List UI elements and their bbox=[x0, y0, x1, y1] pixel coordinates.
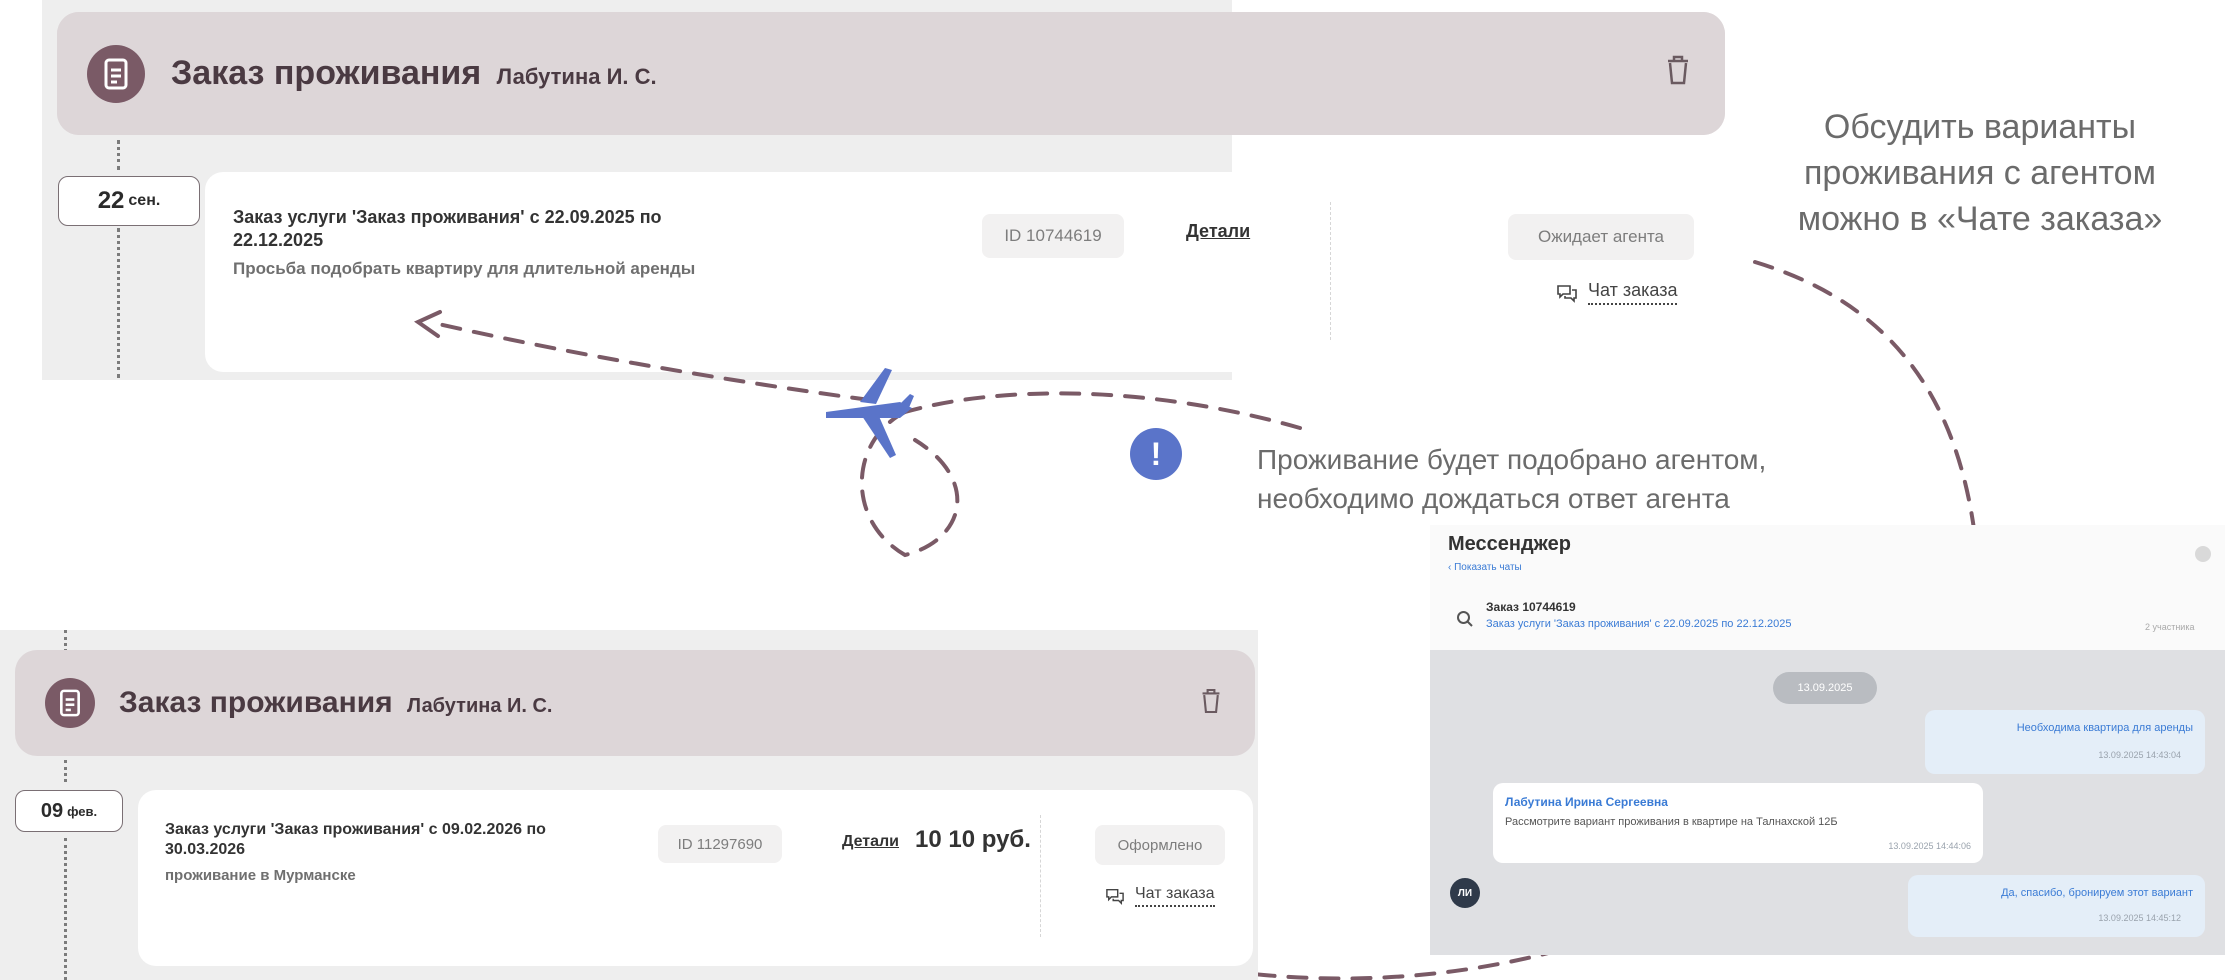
order-service-title: Заказ услуги 'Заказ проживания' с 09.02.… bbox=[165, 821, 546, 858]
order-price: 10 10 руб. bbox=[915, 826, 1031, 853]
details-link[interactable]: Детали bbox=[842, 833, 899, 851]
chat-link[interactable]: Чат заказа bbox=[1105, 885, 1215, 907]
messenger-title: Мессенджер bbox=[1448, 533, 1571, 555]
timeline-dots bbox=[64, 838, 67, 980]
message-outgoing: Необходима квартира для аренды 13.09.202… bbox=[1925, 710, 2205, 774]
document-icon bbox=[45, 678, 95, 728]
status-badge: Оформлено bbox=[1095, 825, 1225, 865]
chat-order-name: Заказ 10744619 bbox=[1486, 600, 1576, 614]
avatar: ЛИ bbox=[1450, 878, 1480, 908]
order-description: проживание в Мурманске bbox=[165, 867, 356, 884]
back-to-chats-link[interactable]: ‹ Показать чаты bbox=[1448, 562, 1522, 573]
order-id: ID 11297690 bbox=[658, 825, 782, 863]
bottom-order-header: Заказ проживания Лабутина И. С. bbox=[15, 650, 1255, 756]
order-person: Лабутина И. С. bbox=[407, 695, 553, 717]
close-icon[interactable] bbox=[2195, 546, 2211, 562]
timeline-dots bbox=[64, 760, 67, 782]
order-title: Заказ проживания bbox=[119, 686, 393, 719]
message-outgoing: Да, спасибо, бронируем этот вариант 13.0… bbox=[1908, 875, 2205, 937]
search-icon[interactable] bbox=[1456, 610, 1474, 633]
date-badge: 09 фев. bbox=[15, 790, 123, 832]
trash-icon[interactable] bbox=[1200, 687, 1222, 720]
participants-count: 2 участника bbox=[2145, 622, 2195, 632]
message-incoming: Лабутина Ирина Сергеевна Рассмотрите вар… bbox=[1493, 783, 1983, 863]
chat-order-sub: Заказ услуги 'Заказ проживания' с 22.09.… bbox=[1486, 618, 1792, 630]
card-separator bbox=[1040, 815, 1041, 937]
timeline-dots bbox=[64, 630, 67, 652]
date-chip: 13.09.2025 bbox=[1773, 672, 1877, 704]
chat-icon bbox=[1106, 888, 1124, 905]
